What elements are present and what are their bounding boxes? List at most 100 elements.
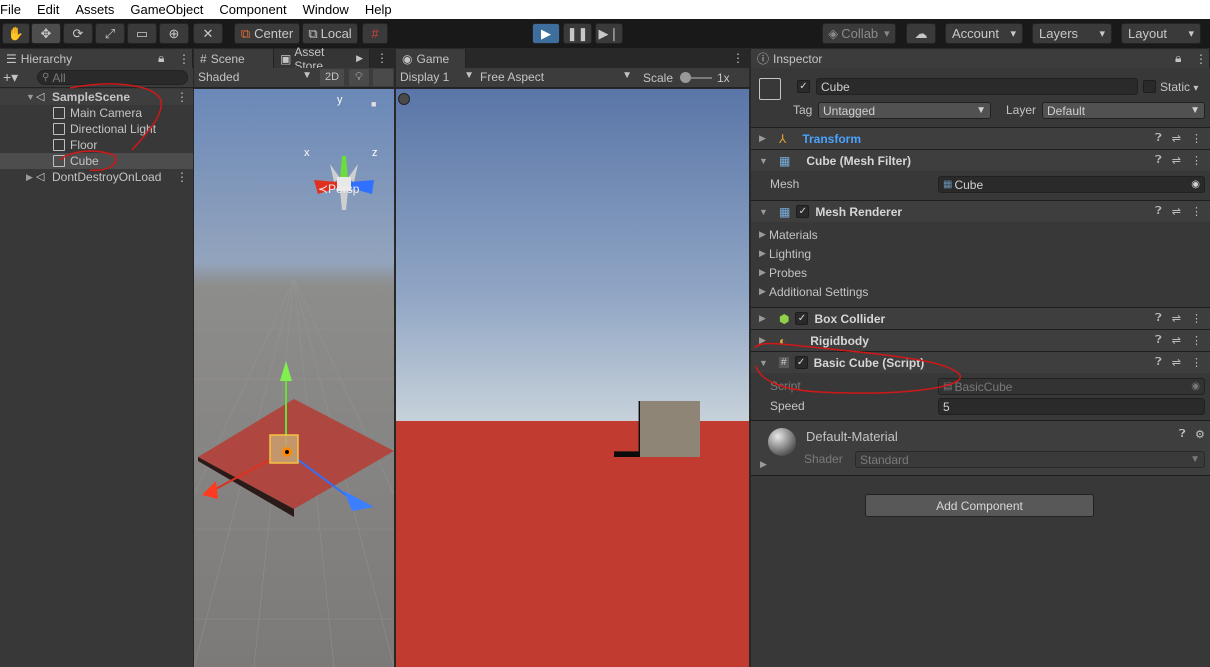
static-dropdown[interactable]: Static ▾ [1160, 80, 1198, 94]
gear-icon[interactable]: ⚙ [1195, 428, 1205, 441]
collapse-triangle-icon[interactable]: ▶ [759, 335, 769, 346]
step-button[interactable]: ▶❘ [595, 23, 623, 44]
lock-icon[interactable]: 🔒︎ [1175, 51, 1181, 66]
layers-dropdown[interactable]: Layers [1032, 23, 1112, 44]
tab-asset-store[interactable]: ▣ Asset Store ▶ [274, 45, 370, 73]
display-dropdown[interactable]: Display 1 ▼ [400, 70, 476, 86]
preset-icon[interactable]: ⇌ [1172, 205, 1181, 218]
speed-input[interactable]: 5 [938, 398, 1205, 415]
help-icon[interactable]: ❓︎ [1155, 356, 1162, 369]
help-icon[interactable]: ❓︎ [1179, 428, 1186, 441]
pivot-local-button[interactable]: ⧉ Local [302, 23, 358, 44]
basic-cube-enabled-checkbox[interactable]: ✓ [794, 356, 808, 369]
help-icon[interactable]: ❓︎ [1155, 334, 1162, 347]
menu-edit[interactable]: Edit [37, 2, 65, 17]
pivot-center-button[interactable]: ⧉ Center [234, 23, 300, 44]
hierarchy-dontdestroy-row[interactable]: ▶ ◁ DontDestroyOnLoad ⋮ [0, 169, 193, 185]
play-button[interactable]: ▶ [532, 23, 560, 44]
shading-mode-dropdown[interactable]: Shaded ▼ [198, 70, 316, 86]
component-menu-icon[interactable]: ⋮ [1191, 154, 1202, 167]
tab-hierarchy[interactable]: ☰ Hierarchy 🔒︎ ⋮ [0, 49, 193, 68]
component-menu-icon[interactable]: ⋮ [1191, 205, 1202, 218]
collapse-triangle-icon[interactable]: ▶ [759, 313, 769, 324]
hierarchy-search-input[interactable]: ⚲ All [37, 70, 188, 85]
preset-icon[interactable]: ⇌ [1172, 356, 1181, 369]
component-mesh-renderer-header[interactable]: ▼ ▦ ✓ Mesh Renderer ❓︎ ⇌ ⋮ [751, 200, 1210, 222]
menu-component[interactable]: Component [219, 2, 292, 17]
collapse-triangle-icon[interactable]: ▼ [759, 207, 769, 217]
expand-triangle-icon[interactable]: ▶ [760, 459, 767, 470]
lock-icon[interactable]: 🔒︎ [158, 51, 164, 66]
tab-game[interactable]: ◉ Game [396, 49, 466, 68]
component-transform-header[interactable]: ▶ ⅄ Transform ❓︎ ⇌ ⋮ [751, 127, 1210, 149]
component-menu-icon[interactable]: ⋮ [1191, 356, 1202, 369]
scene-viewport[interactable]: y x z ■ ≺Persp [194, 89, 394, 667]
menu-window[interactable]: Window [303, 2, 355, 17]
preset-icon[interactable]: ⇌ [1172, 312, 1181, 325]
tab-inspector[interactable]: ⓘ Inspector 🔒︎ ⋮ [751, 49, 1210, 68]
scene-menu-dots-icon[interactable]: ⋮ [376, 51, 388, 65]
scene-menu-icon[interactable]: ⋮ [176, 90, 188, 104]
component-mesh-filter-header[interactable]: ▼ ▦ Cube (Mesh Filter) ❓︎ ⇌ ⋮ [751, 149, 1210, 171]
hand-tool-icon[interactable]: ✋ [2, 23, 30, 44]
foldout-materials[interactable]: ▶ Materials [751, 225, 1210, 244]
collapse-triangle-icon[interactable]: ▼ [759, 358, 769, 368]
menu-gameobject[interactable]: GameObject [130, 2, 209, 17]
aspect-dropdown[interactable]: Free Aspect ▼ [480, 70, 634, 86]
component-box-collider-header[interactable]: ▶ ⬢ ✓ Box Collider ❓︎ ⇌ ⋮ [751, 307, 1210, 329]
component-rigidbody-header[interactable]: ▶ ◐ Rigidbody ❓︎ ⇌ ⋮ [751, 329, 1210, 351]
mesh-field[interactable]: ▦ Cube ◉ [938, 176, 1205, 193]
collapse-triangle-icon[interactable]: ▼ [759, 156, 769, 166]
game-menu-dots-icon[interactable]: ⋮ [732, 51, 744, 65]
hierarchy-item-directional-light[interactable]: Directional Light [0, 121, 193, 137]
scale-slider-handle[interactable] [680, 72, 691, 83]
preset-icon[interactable]: ⇌ [1172, 334, 1181, 347]
object-picker-icon[interactable]: ◉ [1191, 179, 1200, 190]
static-checkbox[interactable] [1143, 80, 1156, 93]
hierarchy-scene-row[interactable]: ▼ ◁ SampleScene ⋮ [0, 89, 193, 105]
active-checkbox[interactable]: ✓ [797, 80, 810, 93]
lock-icon[interactable]: ■ [371, 99, 376, 109]
component-basic-cube-header[interactable]: ▼ # ✓ Basic Cube (Script) ❓︎ ⇌ ⋮ [751, 351, 1210, 373]
menu-help[interactable]: Help [365, 2, 398, 17]
hierarchy-item-floor[interactable]: Floor [0, 137, 193, 153]
box-collider-enabled-checkbox[interactable]: ✓ [795, 312, 809, 325]
object-name-field[interactable]: Cube [816, 78, 1138, 95]
snap-icon[interactable]: # [362, 23, 388, 44]
tag-dropdown[interactable]: Untagged ▼ [818, 102, 991, 119]
help-icon[interactable]: ❓︎ [1155, 205, 1162, 218]
account-dropdown[interactable]: Account [945, 23, 1023, 44]
help-icon[interactable]: ❓︎ [1155, 132, 1162, 145]
game-viewport[interactable] [396, 89, 749, 667]
lighting-toggle-icon[interactable]: 💡︎ [349, 69, 369, 86]
hierarchy-item-cube[interactable]: Cube [0, 153, 193, 169]
transform-tool-icon[interactable]: ⊕ [159, 23, 189, 44]
collab-dropdown[interactable]: ◈ Collab [822, 23, 896, 44]
custom-tool-icon[interactable]: ✕ [193, 23, 223, 44]
preset-icon[interactable]: ⇌ [1172, 154, 1181, 167]
rotate-tool-icon[interactable]: ⟳ [63, 23, 93, 44]
foldout-probes[interactable]: ▶ Probes [751, 263, 1210, 282]
preset-icon[interactable]: ⇌ [1172, 132, 1181, 145]
rect-tool-icon[interactable]: ▭ [127, 23, 157, 44]
expand-triangle-icon[interactable]: ▼ [26, 92, 36, 102]
2d-toggle-button[interactable]: 2D [320, 69, 344, 86]
expand-triangle-icon[interactable]: ▶ [26, 172, 36, 183]
collapse-triangle-icon[interactable]: ▶ [759, 133, 769, 144]
cloud-icon[interactable]: ☁ [906, 23, 936, 44]
layer-dropdown[interactable]: Default ▼ [1042, 102, 1205, 119]
component-menu-icon[interactable]: ⋮ [1191, 312, 1202, 325]
add-component-button[interactable]: Add Component [865, 494, 1094, 517]
menu-dots-icon[interactable]: ⋮ [178, 52, 190, 66]
menu-file[interactable]: File [0, 2, 27, 17]
help-icon[interactable]: ❓︎ [1155, 312, 1162, 325]
mesh-renderer-enabled-checkbox[interactable]: ✓ [796, 205, 810, 218]
foldout-additional-settings[interactable]: ▶ Additional Settings [751, 282, 1210, 301]
stats-toggle-icon[interactable] [398, 93, 410, 105]
tab-scene[interactable]: # Scene [194, 49, 274, 68]
persp-label[interactable]: ≺Persp [318, 182, 359, 196]
add-icon[interactable]: +▾ [3, 69, 18, 86]
row-menu-icon[interactable]: ⋮ [176, 170, 188, 184]
hierarchy-item-main-camera[interactable]: Main Camera [0, 105, 193, 121]
audio-toggle-icon[interactable] [373, 69, 393, 86]
